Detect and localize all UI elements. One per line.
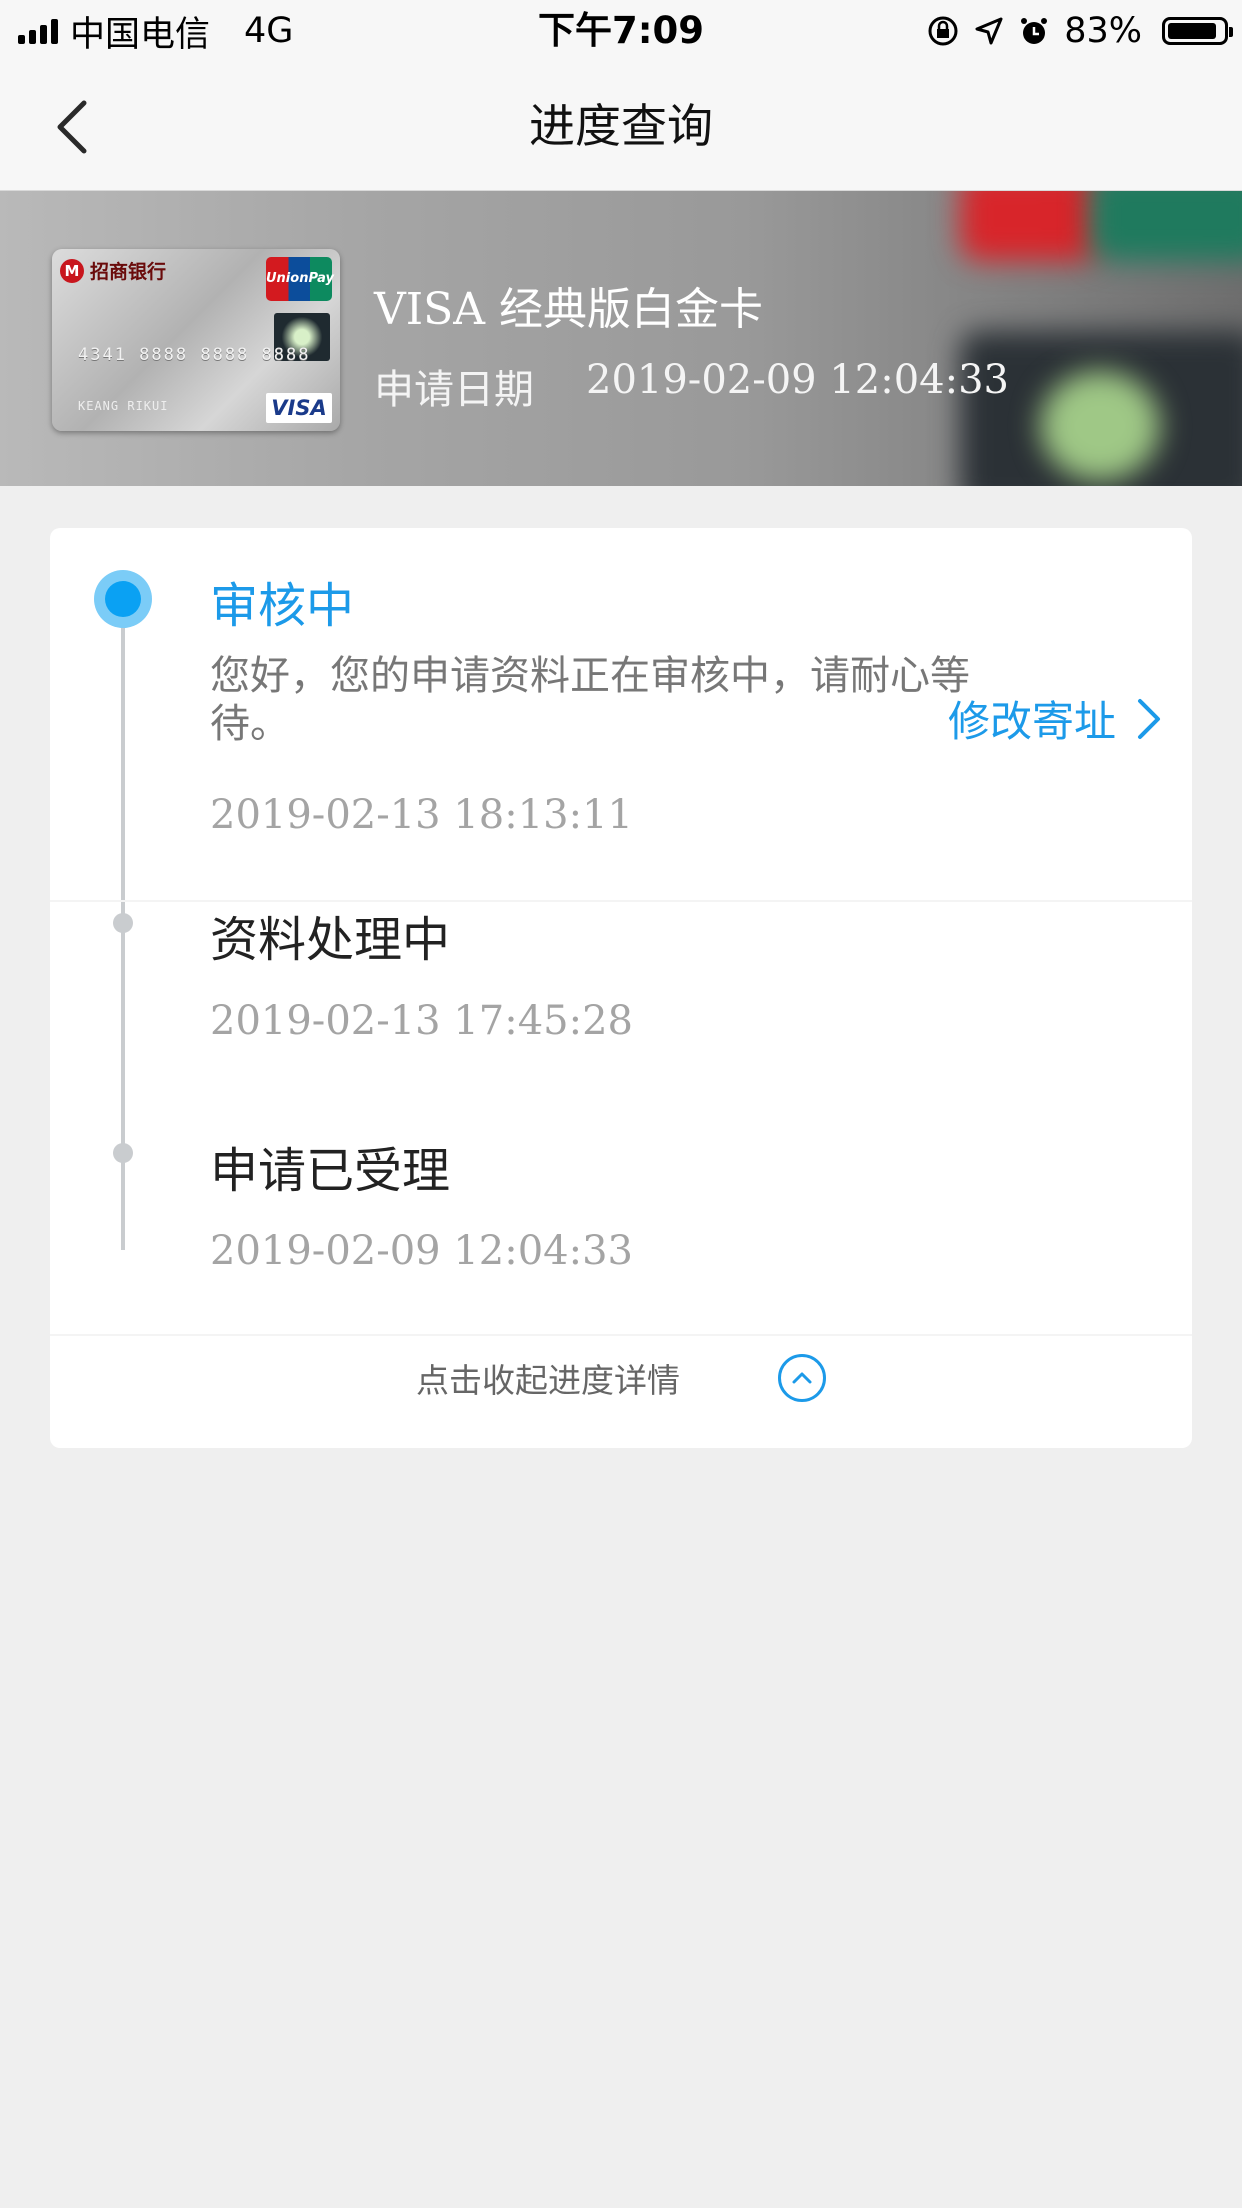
bank-logo-icon: M <box>60 258 84 283</box>
step-title: 申请已受理 <box>210 1143 451 1199</box>
step-dot <box>113 913 133 933</box>
step-description: 您好，您的申请资料正在审核中，请耐心等待。 <box>210 653 970 747</box>
card-product-name: VISA 经典版白金卡 <box>374 284 764 335</box>
step-time: 2019-02-13 17:45:28 <box>210 998 633 1044</box>
step-time: 2019-02-09 12:04:33 <box>210 1228 633 1274</box>
step-dot <box>113 1143 133 1163</box>
active-step-dot <box>94 570 152 628</box>
status-right: 83% <box>926 8 1233 54</box>
modify-address-button[interactable]: 修改寄址 <box>948 688 1162 749</box>
visa-logo: VISA <box>266 393 332 423</box>
card-number: 4341 8888 8888 8888 <box>78 345 311 365</box>
alarm-icon <box>1021 18 1048 44</box>
collapse-label: 点击收起进度详情 <box>416 1361 680 1400</box>
divider <box>50 1334 1192 1336</box>
navigation-bar: 进度查询 <box>0 62 1242 191</box>
background-blur <box>1090 191 1242 261</box>
step-title: 资料处理中 <box>210 912 451 968</box>
page-title: 进度查询 <box>529 99 713 153</box>
status-bar: 中国电信 4G 下午7:09 83% <box>0 0 1242 62</box>
unionpay-logo: UnionPay <box>266 257 334 301</box>
step-title: 审核中 <box>210 578 355 634</box>
credit-card-image: M 招商银行 UnionPay 4341 8888 8888 8888 KEAN… <box>52 249 340 431</box>
location-icon <box>975 17 1003 45</box>
progress-panel: 审核中 您好，您的申请资料正在审核中，请耐心等待。 2019-02-13 18:… <box>50 528 1192 1448</box>
step-time: 2019-02-13 18:13:11 <box>210 792 633 838</box>
apply-date-label: 申请日期 <box>374 367 534 413</box>
card-header: M 招商银行 UnionPay 4341 8888 8888 8888 KEAN… <box>0 191 1242 486</box>
card-holder: KEANG RIKUI <box>78 399 169 413</box>
battery-percent: 83% <box>1064 11 1142 51</box>
chevron-right-icon <box>1138 698 1160 739</box>
back-button[interactable] <box>52 92 112 162</box>
collapse-details-button[interactable]: 点击收起进度详情 <box>50 1338 1192 1418</box>
bank-brand: M 招商银行 <box>60 257 166 284</box>
rotation-lock-icon <box>928 16 958 46</box>
apply-date-value: 2019-02-09 12:04:33 <box>586 357 1009 403</box>
background-blur <box>1040 371 1160 481</box>
background-blur <box>960 191 1100 261</box>
apply-date-row: 申请日期 2019-02-09 12:04:33 <box>374 357 1009 415</box>
bank-name: 招商银行 <box>90 261 167 283</box>
chevron-left-icon <box>57 100 87 154</box>
battery-icon <box>1162 17 1233 45</box>
modify-address-label: 修改寄址 <box>947 697 1116 746</box>
chevron-up-icon <box>778 1354 826 1402</box>
